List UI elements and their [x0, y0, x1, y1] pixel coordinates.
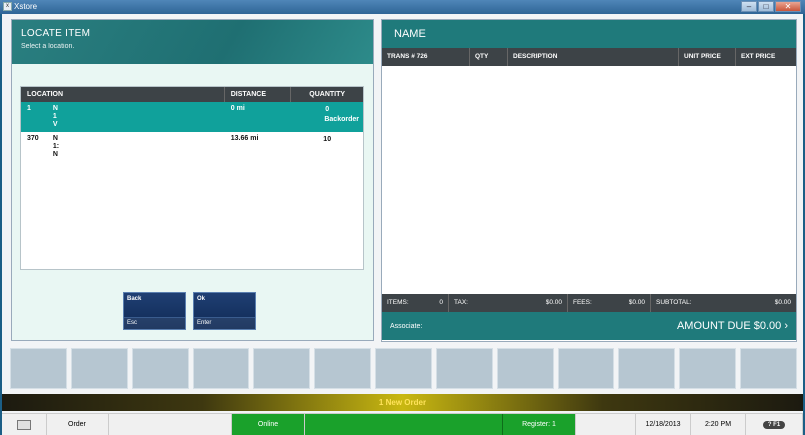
- register-indicator: Register: 1: [503, 414, 576, 435]
- amount-due-bar[interactable]: Associate: AMOUNT DUE $0.00 ›: [382, 312, 796, 340]
- column-trans-number: TRANS # 726: [382, 48, 470, 66]
- close-icon[interactable]: ✕: [775, 1, 801, 12]
- location-address: N 1 V: [52, 105, 58, 128]
- store-logo-icon: [17, 419, 31, 430]
- tax-total: TAX: $0.00: [449, 294, 568, 312]
- location-table: LOCATION DISTANCE QUANTITY 1 N 1 V 0 mi …: [20, 86, 364, 270]
- subtotal: SUBTOTAL: $0.00: [651, 294, 796, 312]
- subtotal-value: $0.00: [774, 299, 791, 306]
- status-green-field: [305, 414, 503, 435]
- location-status: Backorder: [324, 116, 359, 123]
- column-quantity: QUANTITY: [309, 91, 346, 98]
- function-key: [618, 348, 676, 389]
- location-quantity: 10: [323, 136, 332, 143]
- ok-button-key: Enter: [194, 317, 255, 329]
- window-controls: – □ ✕: [741, 1, 801, 12]
- transaction-panel: NAME TRANS # 726 QTY DESCRIPTION UNIT PR…: [381, 19, 797, 342]
- app-frame: LOCATE ITEM Select a location. LOCATION …: [2, 14, 803, 435]
- function-key: [131, 348, 189, 389]
- function-key: [253, 348, 311, 389]
- items-label: ITEMS:: [387, 299, 409, 306]
- ok-button-label: Ok: [197, 296, 206, 302]
- connection-status: Online: [232, 414, 305, 435]
- help-key[interactable]: ? F1: [762, 420, 786, 429]
- column-description: DESCRIPTION: [508, 48, 679, 66]
- items-total: ITEMS: 0: [382, 294, 449, 312]
- table-row[interactable]: 1 N 1 V 0 mi 0 Backorder: [21, 102, 363, 132]
- fees-total: FEES: $0.00: [568, 294, 651, 312]
- location-quantity: 0: [325, 106, 330, 113]
- status-date: 12/18/2013: [636, 414, 691, 435]
- table-row[interactable]: 370 N 1: N 13.66 mi 10: [21, 132, 363, 162]
- locate-item-body: LOCATION DISTANCE QUANTITY 1 N 1 V 0 mi …: [12, 64, 373, 340]
- status-bar: Order Online Register: 1 12/18/2013 2:20…: [2, 413, 803, 435]
- back-button-key: Esc: [124, 317, 185, 329]
- totals-bar: ITEMS: 0 TAX: $0.00 FEES: $0.00 SUBTOTAL…: [382, 294, 796, 312]
- function-key: [496, 348, 554, 389]
- back-button-label: Back: [127, 296, 142, 302]
- location-quantity-cell: 0 Backorder: [291, 102, 363, 132]
- new-order-notification[interactable]: 1 New Order: [2, 394, 803, 411]
- ok-button[interactable]: Ok Enter: [193, 292, 256, 330]
- function-key-row: [10, 348, 797, 389]
- function-key: [314, 348, 372, 389]
- locate-item-header: LOCATE ITEM Select a location.: [12, 20, 373, 64]
- status-time: 2:20 PM: [691, 414, 746, 435]
- maximize-icon[interactable]: □: [758, 1, 774, 12]
- minimize-icon[interactable]: –: [741, 1, 757, 12]
- items-value: 0: [439, 299, 443, 306]
- status-spacer: [576, 414, 636, 435]
- location-quantity-cell: 10: [291, 132, 363, 162]
- xstore-icon: x: [3, 2, 12, 11]
- locate-item-panel: LOCATE ITEM Select a location. LOCATION …: [11, 19, 374, 341]
- location-distance: 13.66 mi: [230, 135, 259, 142]
- amount-due[interactable]: AMOUNT DUE $0.00 ›: [677, 320, 788, 332]
- column-unit-price: UNIT PRICE: [679, 48, 736, 66]
- location-table-header: LOCATION DISTANCE QUANTITY: [21, 87, 363, 102]
- function-key: [435, 348, 493, 389]
- location-id: 370: [27, 135, 39, 142]
- fees-value: $0.00: [628, 299, 645, 306]
- tax-label: TAX:: [454, 299, 468, 306]
- help-button[interactable]: ? F1: [746, 414, 803, 435]
- column-location: LOCATION: [21, 87, 225, 102]
- function-key: [557, 348, 615, 389]
- fees-label: FEES:: [573, 299, 592, 306]
- column-distance: DISTANCE: [225, 87, 292, 102]
- function-key: [192, 348, 250, 389]
- function-key: [70, 348, 128, 389]
- window-title: Xstore: [14, 2, 38, 11]
- customer-name-header[interactable]: NAME: [382, 20, 796, 48]
- back-button[interactable]: Back Esc: [123, 292, 186, 330]
- column-ext-price: EXT PRICE: [741, 53, 776, 60]
- transaction-table-header: TRANS # 726 QTY DESCRIPTION UNIT PRICE E…: [382, 48, 796, 66]
- column-qty: QTY: [470, 48, 508, 66]
- status-spacer: [109, 414, 232, 435]
- function-key: [375, 348, 432, 389]
- transaction-items-list[interactable]: [382, 66, 796, 294]
- tax-value: $0.00: [545, 299, 562, 306]
- function-key: [740, 348, 797, 389]
- window-titlebar: x Xstore – □ ✕: [0, 0, 805, 14]
- function-key: [10, 348, 67, 389]
- location-id: 1: [27, 105, 31, 112]
- status-logo: [2, 414, 47, 435]
- locate-item-subtitle: Select a location.: [21, 43, 75, 50]
- associate-label: Associate:: [390, 322, 423, 330]
- location-distance: 0 mi: [230, 105, 245, 112]
- subtotal-label: SUBTOTAL:: [656, 299, 692, 306]
- mode-indicator: Order: [47, 414, 109, 435]
- function-key: [679, 348, 737, 389]
- locate-item-title: LOCATE ITEM: [21, 28, 91, 39]
- location-address: N 1: N: [52, 135, 60, 158]
